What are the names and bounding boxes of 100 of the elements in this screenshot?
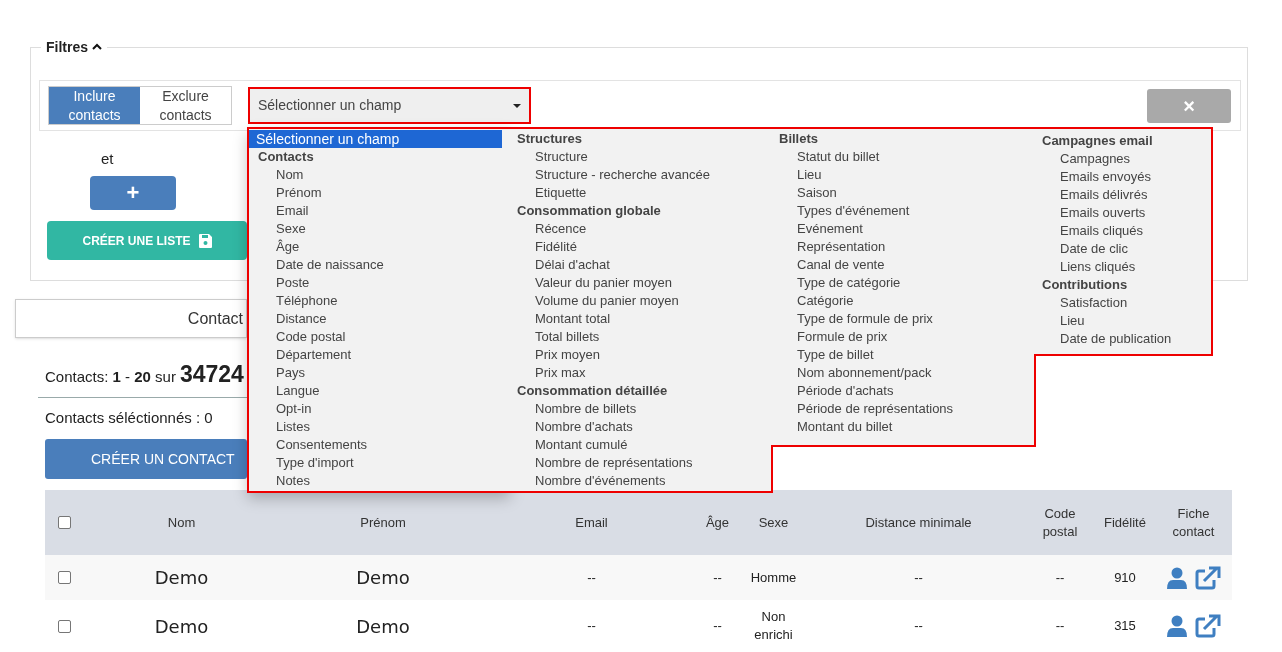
dropdown-option[interactable]: Lieu [772,166,1035,184]
column-header: Sexe [758,513,789,532]
dropdown-option[interactable]: Consentements [251,436,510,454]
dropdown-option[interactable]: Date de publication [1035,330,1212,348]
dropdown-option[interactable]: Représentation [772,238,1035,256]
conjunction-label: et [101,149,114,169]
dropdown-option[interactable]: Prix moyen [510,346,772,364]
dropdown-option[interactable]: Evénement [772,220,1035,238]
dropdown-option[interactable]: Date de clic [1035,240,1212,258]
dropdown-option[interactable]: Type de formule de prix [772,310,1035,328]
dropdown-option[interactable]: Type de catégorie [772,274,1035,292]
table-cell-text: Homme [749,568,798,587]
dropdown-option[interactable]: Catégorie [772,292,1035,310]
dropdown-group-label: Campagnes email [1041,132,1154,150]
dropdown-option[interactable]: Prénom [251,184,510,202]
dropdown-option[interactable]: Statut du billet [772,148,1035,166]
add-filter-button[interactable]: + [90,176,176,210]
dropdown-option[interactable]: Emails cliqués [1035,222,1212,240]
create-contact-button[interactable]: CRÉER UN CONTACT [45,439,247,479]
dropdown-group-label: Contributions [1041,276,1129,294]
dropdown-option[interactable]: Sexe [251,220,510,238]
contacts-total: 34724 [179,360,244,389]
dropdown-option[interactable]: Téléphone [251,292,510,310]
dropdown-option[interactable]: Structure - recherche avancée [510,166,772,184]
dropdown-option[interactable]: Campagnes [1035,150,1212,168]
dropdown-option[interactable]: Type d'import [251,454,510,472]
dropdown-option[interactable]: Liens cliqués [1035,258,1212,276]
dropdown-option[interactable]: Montant cumulé [510,436,772,454]
dropdown-option[interactable]: Pays [251,364,510,382]
column-header: Fiche contact [1171,504,1216,541]
save-icon [198,233,212,248]
dropdown-option[interactable]: Saison [772,184,1035,202]
dropdown-option[interactable]: Etiquette [510,184,772,202]
dropdown-option[interactable]: Satisfaction [1035,294,1212,312]
dropdown-option[interactable]: Type de billet [772,346,1035,364]
table-cell-text: 910 [1114,568,1136,587]
dropdown-option[interactable]: Montant du billet [772,418,1035,436]
dropdown-group-label: Consommation détaillée [516,382,669,400]
dropdown-option[interactable]: Nom abonnement/pack [772,364,1035,382]
column-header: Prénom [360,513,406,532]
dropdown-option[interactable]: Valeur du panier moyen [510,274,772,292]
person-icon[interactable] [1166,615,1187,637]
dropdown-option[interactable]: Email [251,202,510,220]
dropdown-option[interactable]: Prix max [510,364,772,382]
table-cell-text: -- [914,617,923,636]
dropdown-option[interactable]: Volume du panier moyen [510,292,772,310]
column-header: Email [575,513,608,532]
table-cell-text: Demo [356,614,410,639]
checkbox[interactable] [58,619,71,633]
dropdown-option[interactable]: Nombre de billets [510,400,772,418]
selected-count-text: Contacts séléctionnés : 0 [45,408,213,428]
dropdown-option[interactable]: Période d'achats [772,382,1035,400]
dropdown-option[interactable]: Formule de prix [772,328,1035,346]
checkbox[interactable] [58,571,71,584]
column-header: Code postal [1041,504,1079,541]
dropdown-option[interactable]: Listes [251,418,510,436]
table-cell-text: 315 [1114,617,1136,636]
contacts-tab[interactable]: Contact [15,299,247,338]
dropdown-option[interactable]: Langue [251,382,510,400]
dropdown-option[interactable]: Département [251,346,510,364]
dropdown-option[interactable]: Sélectionner un champ [248,130,502,148]
dropdown-group-label: Consommation globale [516,202,662,220]
dropdown-option[interactable]: Nombre de représentations [510,454,772,472]
dropdown-option[interactable]: Structure [510,148,772,166]
contacts-range-text: Contacts: 1 - 20 sur [45,367,176,387]
dropdown-option[interactable]: Emails délivrés [1035,186,1212,204]
dropdown-option[interactable]: Fidélité [510,238,772,256]
dropdown-option[interactable]: Période de représentations [772,400,1035,418]
dropdown-option[interactable]: Nombre d'achats [510,418,772,436]
table-cell-text: -- [713,617,722,636]
table-cell-text: -- [1055,568,1065,587]
dropdown-option[interactable]: Date de naissance [251,256,510,274]
dropdown-option[interactable]: Poste [251,274,510,292]
external-link-icon[interactable] [1194,565,1221,590]
dropdown-option[interactable]: Total billets [510,328,772,346]
checkbox[interactable] [58,516,71,529]
person-icon[interactable] [1166,566,1187,589]
dropdown-option[interactable]: Délai d'achat [510,256,772,274]
dropdown-option[interactable]: Notes [251,472,510,490]
dropdown-option[interactable]: Nombre d'événements [510,472,772,490]
dropdown-option[interactable]: Opt-in [251,400,510,418]
dropdown-option[interactable]: Code postal [251,328,510,346]
table-cell-text: Demo [154,614,209,639]
field-select[interactable]: Sélectionner un champ [248,87,531,124]
dropdown-option[interactable]: Montant total [510,310,772,328]
dropdown-option[interactable]: Distance [251,310,510,328]
dropdown-option[interactable]: Types d'événement [772,202,1035,220]
dropdown-option[interactable]: Canal de vente [772,256,1035,274]
dropdown-option[interactable]: Emails ouverts [1035,204,1212,222]
table-cell-text: Demo [356,566,410,590]
mode-tab[interactable]: Inclure contacts [49,87,140,124]
table-cell-text: Demo [154,566,209,590]
dropdown-option[interactable]: Emails envoyés [1035,168,1212,186]
dropdown-option[interactable]: Âge [251,238,510,256]
column-header: Fidélité [1103,513,1147,532]
dropdown-option[interactable]: Récence [510,220,772,238]
dropdown-option[interactable]: Lieu [1035,312,1212,330]
dropdown-option[interactable]: Nom [251,166,510,184]
dropdown-group-label: Structures [516,130,584,148]
external-link-icon[interactable] [1194,614,1221,638]
